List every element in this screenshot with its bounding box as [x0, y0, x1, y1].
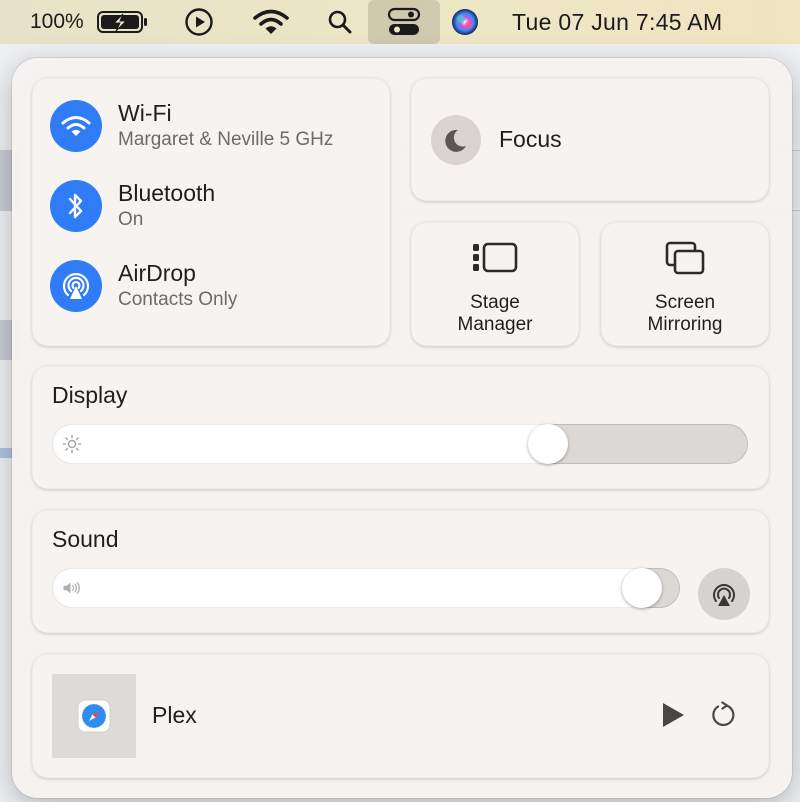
display-title: Display: [52, 382, 128, 408]
sound-title: Sound: [52, 526, 119, 552]
screen-mirroring-label-line2: Mirroring: [647, 314, 723, 335]
speaker-icon: [62, 578, 82, 598]
moon-icon: [431, 114, 481, 165]
now-playing-artwork[interactable]: [52, 674, 136, 758]
brightness-fill: [52, 424, 568, 464]
wifi-title: Wi-Fi: [118, 100, 172, 126]
airdrop-status: Contacts Only: [118, 289, 238, 310]
volume-slider-knob[interactable]: [622, 568, 662, 608]
airdrop-toggle[interactable]: [50, 260, 102, 312]
bluetooth-toggle[interactable]: [50, 180, 102, 232]
focus-label: Focus: [499, 126, 562, 152]
volume-fill: [52, 568, 662, 608]
stage-manager-icon: [471, 238, 519, 278]
now-playing-module: Plex: [32, 654, 769, 778]
now-playing-title: Plex: [152, 702, 197, 728]
bluetooth-row[interactable]: Bluetooth On: [50, 178, 215, 234]
battery-percentage[interactable]: 100%: [30, 0, 84, 44]
airdrop-row[interactable]: AirDrop Contacts Only: [50, 258, 237, 314]
brightness-slider[interactable]: [52, 424, 748, 464]
airdrop-text: AirDrop Contacts Only: [118, 260, 237, 312]
safari-icon: [77, 699, 111, 733]
wifi-row[interactable]: Wi-Fi Margaret & Neville 5 GHz: [50, 98, 333, 154]
menu-bar-clock[interactable]: Tue 07 Jun 7:45 AM: [512, 0, 722, 44]
play-icon: [663, 703, 684, 727]
focus-module[interactable]: Focus: [411, 78, 769, 201]
stage-manager-label-line1: Stage: [470, 292, 520, 313]
replay-button[interactable]: [708, 700, 738, 730]
stage-manager-button[interactable]: Stage Manager: [411, 222, 579, 346]
sun-icon: [62, 434, 82, 454]
display-module: Display: [32, 366, 769, 489]
wifi-icon: [61, 116, 91, 136]
connectivity-module: Wi-Fi Margaret & Neville 5 GHz Bluetooth…: [32, 78, 390, 346]
siri-icon[interactable]: [448, 0, 482, 44]
screen-mirroring-icon: [664, 238, 706, 278]
battery-charging-icon[interactable]: [96, 0, 150, 44]
bluetooth-status: On: [118, 209, 144, 230]
wifi-text: Wi-Fi Margaret & Neville 5 GHz: [118, 100, 333, 152]
airdrop-title: AirDrop: [118, 260, 196, 286]
search-icon[interactable]: [322, 0, 358, 44]
audio-output-button[interactable]: [698, 568, 750, 620]
airplay-audio-icon: [713, 584, 735, 606]
bluetooth-text: Bluetooth On: [118, 180, 215, 232]
play-circle-icon[interactable]: [182, 0, 216, 44]
replay-icon: [712, 701, 735, 727]
screen-mirroring-label: Screen Mirroring: [648, 292, 723, 336]
wifi-toggle[interactable]: [50, 100, 102, 152]
airdrop-icon: [62, 273, 90, 299]
brightness-slider-knob[interactable]: [528, 424, 568, 464]
stage-manager-label-line2: Manager: [457, 314, 533, 335]
wifi-icon[interactable]: [250, 0, 292, 44]
volume-slider[interactable]: [52, 568, 680, 608]
wifi-network-name: Margaret & Neville 5 GHz: [118, 129, 334, 150]
bluetooth-icon: [68, 193, 83, 219]
stage-manager-label: Stage Manager: [458, 292, 533, 336]
control-center-icon[interactable]: [368, 0, 440, 44]
menu-bar: 100% Tue 07 Jun 7:45 AM: [0, 0, 800, 44]
play-button[interactable]: [658, 700, 688, 730]
screen-mirroring-label-line1: Screen: [654, 292, 716, 313]
sound-module: Sound: [32, 510, 769, 633]
control-center-panel: Wi-Fi Margaret & Neville 5 GHz Bluetooth…: [12, 58, 792, 798]
bluetooth-title: Bluetooth: [118, 180, 216, 206]
screen-mirroring-button[interactable]: Screen Mirroring: [601, 222, 769, 346]
